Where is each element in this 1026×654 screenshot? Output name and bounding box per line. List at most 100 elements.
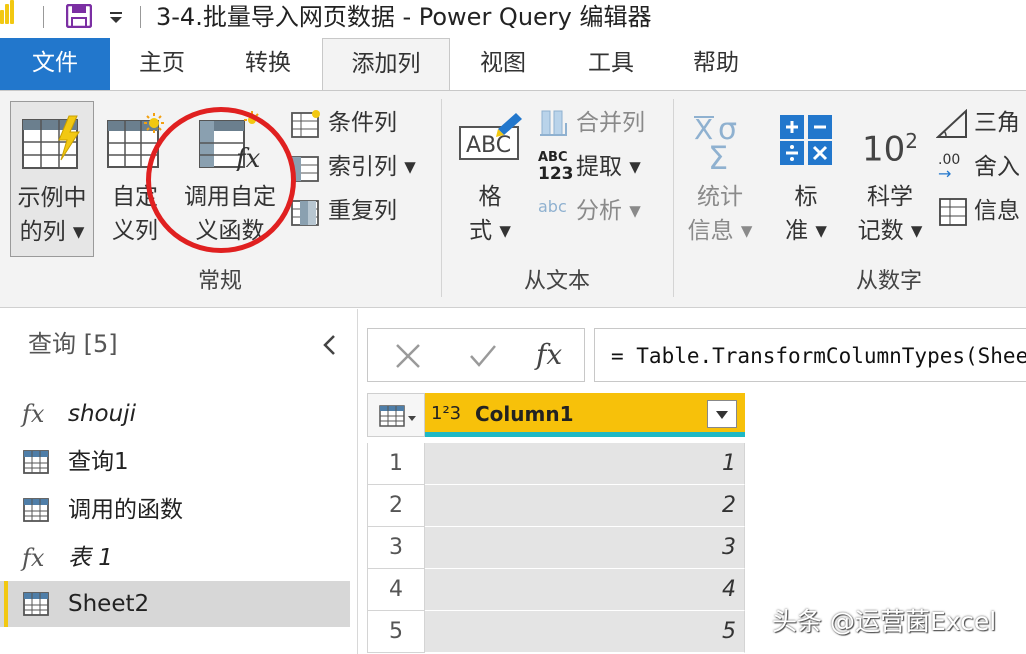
row-number[interactable]: 4 bbox=[367, 569, 425, 611]
selected-indicator bbox=[4, 581, 8, 627]
table-menu-button[interactable] bbox=[367, 393, 425, 437]
group-label-from-text: 从文本 bbox=[523, 269, 590, 294]
extract-button[interactable]: ABC 123 提取 ▾ bbox=[538, 147, 668, 187]
tab-file[interactable]: 文件 bbox=[0, 38, 110, 90]
trigonometry-label: 三角 bbox=[974, 110, 1020, 136]
column-header-column1[interactable]: 1²3 Column1 bbox=[425, 393, 745, 437]
table-menu-icon bbox=[379, 405, 416, 427]
standard-label-1: 标 bbox=[794, 184, 818, 210]
merge-columns-label: 合并列 bbox=[576, 110, 645, 136]
scientific-icon: 102 bbox=[862, 119, 918, 171]
queries-header: 查询 [5] bbox=[28, 330, 118, 358]
statistics-sigma-icon: X σ Σ bbox=[694, 112, 737, 171]
information-icon bbox=[939, 198, 967, 226]
statistics-button[interactable]: X σ Σ 统计 信息 ▾ bbox=[682, 101, 758, 257]
table-cell[interactable]: 2 bbox=[425, 485, 745, 527]
scientific-icon-exponent: 2 bbox=[905, 129, 918, 153]
power-bi-logo-icon bbox=[0, 0, 14, 28]
tab-home[interactable]: 主页 bbox=[110, 38, 214, 90]
svg-text:Σ: Σ bbox=[708, 139, 728, 171]
collapse-pane-chevron-left-icon[interactable] bbox=[320, 333, 340, 357]
scientific-label-2: 记数 ▾ bbox=[857, 218, 923, 244]
column-from-examples-label-2: 的列 ▾ bbox=[19, 219, 85, 245]
information-label: 信息 bbox=[974, 198, 1020, 224]
customize-quick-access-icon[interactable] bbox=[108, 8, 124, 26]
format-label-1: 格 bbox=[478, 184, 502, 210]
parse-button[interactable]: abc 分析 ▾ bbox=[538, 191, 668, 231]
merge-columns-button[interactable]: 合并列 bbox=[538, 103, 668, 143]
parse-icon: abc bbox=[538, 197, 567, 216]
query-item-shouji[interactable]: fx shouji bbox=[0, 391, 350, 437]
extract-label: 提取 ▾ bbox=[576, 154, 641, 180]
commit-check-icon[interactable] bbox=[468, 342, 498, 370]
standard-button[interactable]: 标 准 ▾ bbox=[768, 101, 844, 257]
function-fx-icon: fx bbox=[22, 544, 45, 572]
conditional-column-icon bbox=[291, 110, 320, 138]
highlight-circle bbox=[146, 107, 296, 253]
window-title: 3-4.批量导入网页数据 - Power Query 编辑器 bbox=[156, 3, 652, 31]
ribbon-tabs: 文件 主页 转换 添加列 视图 工具 帮助 bbox=[0, 38, 1026, 92]
rounding-button[interactable]: .00 → 舍入 bbox=[936, 147, 1026, 187]
row-number[interactable]: 2 bbox=[367, 485, 425, 527]
tab-transform[interactable]: 转换 bbox=[214, 38, 322, 90]
duplicate-column-icon bbox=[291, 200, 319, 226]
row-number[interactable]: 1 bbox=[367, 443, 425, 485]
query-label: Sheet2 bbox=[68, 591, 150, 617]
queries-pane: 查询 [5] fx shouji 查询1 调用的函数 fx 表 1 Sheet2 bbox=[0, 309, 358, 654]
group-label-general: 常规 bbox=[197, 269, 242, 294]
statistics-label-2: 信息 ▾ bbox=[687, 218, 753, 244]
query-label: 调用的函数 bbox=[68, 497, 183, 523]
save-icon[interactable] bbox=[66, 4, 92, 28]
format-text-icon: ABC bbox=[459, 113, 522, 160]
merge-columns-icon bbox=[540, 110, 567, 136]
duplicate-column-button[interactable]: 重复列 bbox=[290, 191, 440, 231]
parse-label: 分析 ▾ bbox=[576, 198, 641, 224]
format-label-2: 式 ▾ bbox=[469, 218, 511, 244]
tab-view[interactable]: 视图 bbox=[450, 38, 556, 90]
titlebar-separator-2 bbox=[140, 6, 141, 28]
formula-input[interactable]: = Table.TransformColumnTypes(Sheet bbox=[594, 328, 1026, 382]
column-type-icon[interactable]: 1²3 bbox=[431, 399, 461, 429]
format-button[interactable]: ABC 格 式 ▾ bbox=[452, 101, 528, 257]
fx-insert-icon[interactable]: fx bbox=[536, 337, 562, 373]
scientific-button[interactable]: 102 科学 记数 ▾ bbox=[850, 101, 930, 257]
table-cell[interactable]: 4 bbox=[425, 569, 745, 611]
rounding-label: 舍入 bbox=[974, 154, 1020, 180]
conditional-column-label: 条件列 bbox=[328, 110, 397, 136]
trigonometry-button[interactable]: 三角 bbox=[936, 103, 1026, 143]
table-icon bbox=[23, 592, 49, 616]
group-label-from-number: 从数字 bbox=[855, 269, 922, 294]
column-filter-dropdown[interactable] bbox=[707, 400, 737, 428]
table-cell[interactable]: 3 bbox=[425, 527, 745, 569]
row-number[interactable]: 3 bbox=[367, 527, 425, 569]
table-cell[interactable]: 5 bbox=[425, 611, 745, 653]
data-grid: 1²3 Column1 1 1 2 2 3 3 4 4 5 5 bbox=[367, 393, 747, 654]
cancel-x-icon[interactable] bbox=[394, 342, 422, 370]
index-column-label: 索引列 ▾ bbox=[328, 154, 416, 180]
index-column-button[interactable]: 索引列 ▾ bbox=[290, 147, 440, 187]
rounding-icon: .00 → bbox=[938, 153, 960, 182]
query-label: 表 1 bbox=[68, 545, 113, 571]
scientific-label-1: 科学 bbox=[867, 184, 913, 210]
formula-text: = Table.TransformColumnTypes(Sheet bbox=[611, 344, 1026, 368]
table-icon bbox=[23, 498, 49, 522]
table-cell[interactable]: 1 bbox=[425, 443, 745, 485]
tab-add-column[interactable]: 添加列 bbox=[322, 38, 450, 92]
tab-help[interactable]: 帮助 bbox=[666, 38, 766, 90]
query-item-invoked-function[interactable]: 调用的函数 bbox=[0, 487, 350, 533]
extract-icon-bottom: 123 bbox=[538, 164, 574, 184]
column-from-examples-button[interactable]: 示例中 的列 ▾ bbox=[10, 101, 94, 257]
tab-tools[interactable]: 工具 bbox=[556, 38, 666, 90]
query-item-query1[interactable]: 查询1 bbox=[0, 439, 350, 485]
conditional-column-button[interactable]: 条件列 bbox=[290, 103, 440, 143]
information-button[interactable]: 信息 bbox=[936, 191, 1026, 231]
statistics-label-1: 统计 bbox=[697, 184, 743, 210]
column-from-examples-label-1: 示例中 bbox=[17, 185, 87, 211]
query-label: shouji bbox=[68, 401, 136, 427]
scientific-icon-base: 10 bbox=[862, 129, 906, 170]
query-item-table1[interactable]: fx 表 1 bbox=[0, 535, 350, 581]
chevron-down-icon bbox=[716, 411, 728, 419]
row-number[interactable]: 5 bbox=[367, 611, 425, 653]
query-label: 查询1 bbox=[68, 449, 129, 475]
query-item-sheet2[interactable]: Sheet2 bbox=[0, 581, 350, 627]
